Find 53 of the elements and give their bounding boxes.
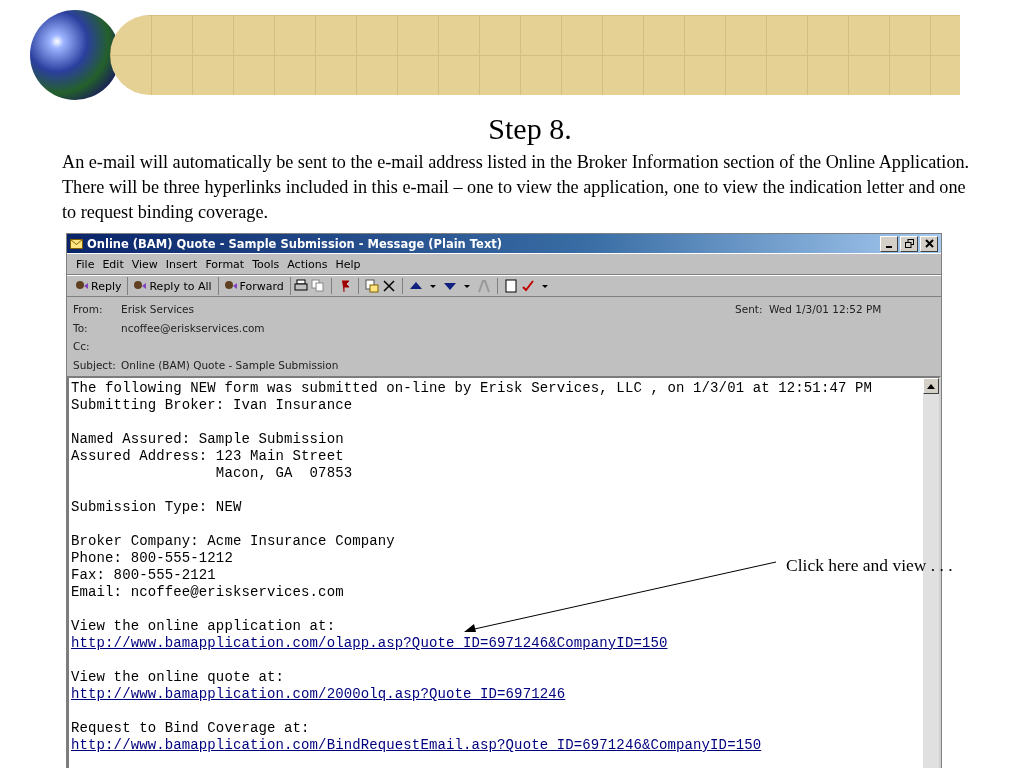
message-line: View the online application at: (71, 618, 336, 634)
header-value: ncoffee@eriskservices.com (121, 321, 265, 334)
message-line: Macon, GA 07853 (214, 465, 353, 481)
link[interactable]: http://www.bamapplication.com/2000olq.asp?Quote_ID=6971246 (71, 686, 566, 703)
envelope-icon (70, 238, 83, 249)
link[interactable]: http://www.bamapplication.com/BindRequestEmail.asp?Quote_ID=6971246&CompanyID=150 (71, 737, 762, 754)
menu-item[interactable]: Tools (249, 257, 283, 271)
window-title: Online (BAM) Quote - Sample Submission - Message (Plain Text) (87, 236, 504, 251)
message-line: Submission Type: NEW (71, 499, 242, 515)
header-label: Sent: (735, 303, 764, 316)
minimize-button[interactable] (880, 235, 898, 252)
header-value: Erisk Services (121, 303, 195, 316)
message-line: Request to Bind Coverage at: (71, 720, 310, 736)
toolbar-button[interactable]: Reply (73, 277, 129, 295)
message-line: Phone: 800-555-1212 (71, 550, 233, 566)
message-line: Named Assured: Sample Submission (71, 431, 344, 447)
instruction-paragraph: An e-mail will automatically be sent to the e-mail address listed in the Broker Information section of the Online Application. There will be three hyperlinks included in this e-mail – one to view the application, one to view the indication letter and one to request binding coverage. (62, 151, 971, 224)
header-label: Subject: (73, 358, 117, 371)
restore-icon (904, 239, 914, 248)
message-line: Broker Company: Acme Insurance Company (71, 533, 395, 549)
close-button[interactable] (920, 235, 938, 252)
menu-item[interactable]: Help (332, 257, 364, 271)
menu-item[interactable]: View (128, 257, 161, 271)
menu-item[interactable]: Actions (284, 257, 331, 271)
header-label: Cc: (73, 340, 91, 353)
header-value: Wed 1/3/01 12:52 PM (769, 303, 882, 316)
header-value: Online (BAM) Quote - Sample Submission (121, 358, 339, 371)
message-line: View the online quote at: (71, 669, 285, 685)
check-names-icon[interactable] (520, 279, 535, 293)
header-label: To: (73, 321, 89, 334)
menu-item[interactable]: Insert (162, 257, 201, 271)
message-line: Submitting Broker: Ivan Insurance (71, 397, 353, 413)
scroll-up-icon[interactable] (927, 383, 935, 389)
menu-item[interactable]: Edit (99, 257, 127, 271)
header-label: From: (73, 303, 104, 316)
link[interactable]: http://www.bamapplication.com/olapp.asp?Quote_ID=6971246&CompanyID=150 (71, 635, 668, 652)
callout-text: Click here and view . . . (786, 555, 953, 576)
menu-item[interactable]: File (73, 257, 98, 271)
print-icon[interactable] (293, 279, 308, 293)
slide-title: Step 8. (487, 112, 573, 146)
menu-item[interactable]: Format (202, 257, 248, 271)
toolbar-button[interactable]: Forward (221, 277, 291, 295)
address-book-icon[interactable] (503, 279, 518, 293)
delete-icon[interactable] (381, 279, 396, 293)
close-icon (924, 239, 934, 248)
message-line: Email: ncoffee@eriskservices.com (71, 584, 344, 600)
minimize-icon (886, 245, 892, 248)
message-line: Assured Address: 123 Main Street (71, 448, 344, 464)
toolbar-button[interactable]: Reply to All (131, 277, 219, 295)
message-line: Fax: 800-555-2121 (71, 567, 216, 583)
restore-button[interactable] (900, 235, 918, 252)
message-line: The following NEW form was submitted on-line by Erisk Services, LLC , on 1/3/01 at 12:51:47 PM (71, 380, 872, 396)
move-folder-icon[interactable] (364, 279, 379, 293)
